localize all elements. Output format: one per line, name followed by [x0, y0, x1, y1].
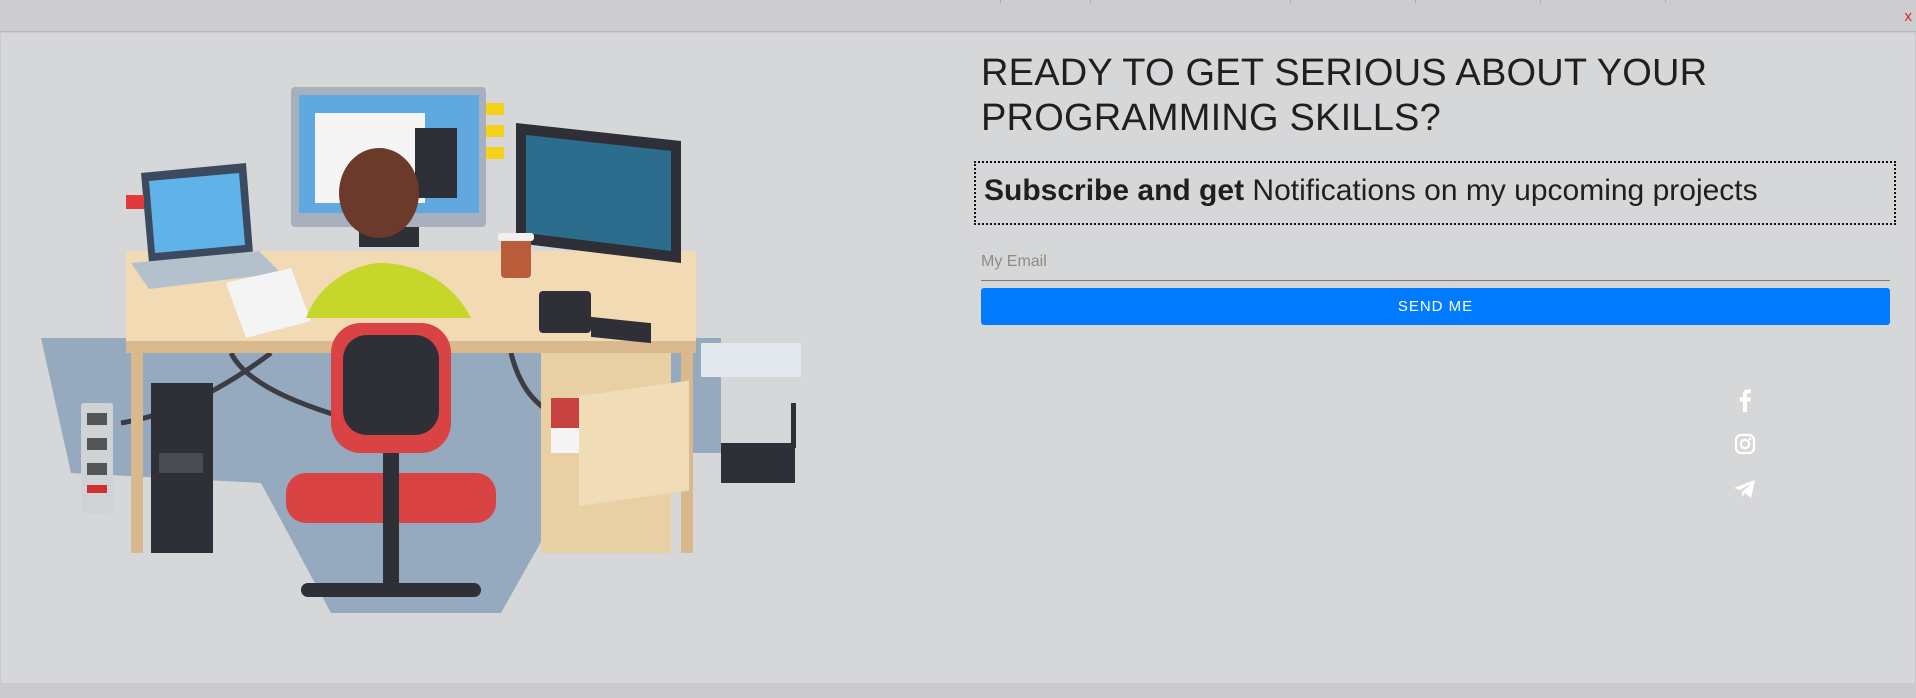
facebook-link[interactable] [1730, 388, 1760, 433]
subscribe-banner: Subscribe and get Notifications on my up… [974, 161, 1896, 225]
programmer-desk-illustration [41, 87, 801, 613]
subscribe-panel: READY TO GET SERIOUS ABOUT YOUR PROGRAMM… [974, 51, 1896, 325]
divider [1540, 0, 1541, 3]
subscribe-text: Notifications on my upcoming projects [1244, 174, 1758, 207]
facebook-icon [1739, 389, 1751, 412]
instagram-link[interactable] [1730, 433, 1760, 478]
divider [1090, 0, 1091, 3]
divider [1415, 0, 1416, 3]
email-field[interactable] [981, 249, 1890, 281]
telegram-link[interactable] [1730, 478, 1760, 523]
subscribe-bold-text: Subscribe and get [984, 174, 1245, 207]
send-button[interactable]: SEND ME [981, 288, 1890, 325]
close-button[interactable]: x [1905, 9, 1913, 24]
top-bar [0, 0, 1916, 32]
page-title: READY TO GET SERIOUS ABOUT YOUR PROGRAMM… [981, 52, 1708, 139]
divider [1665, 0, 1666, 3]
divider [1290, 0, 1291, 3]
telegram-icon [1734, 480, 1755, 498]
social-links [1730, 388, 1760, 523]
subscribe-modal: READY TO GET SERIOUS ABOUT YOUR PROGRAMM… [1, 33, 1915, 683]
divider [1000, 0, 1001, 3]
page-footer-strip [0, 683, 1916, 698]
instagram-icon [1734, 433, 1756, 455]
